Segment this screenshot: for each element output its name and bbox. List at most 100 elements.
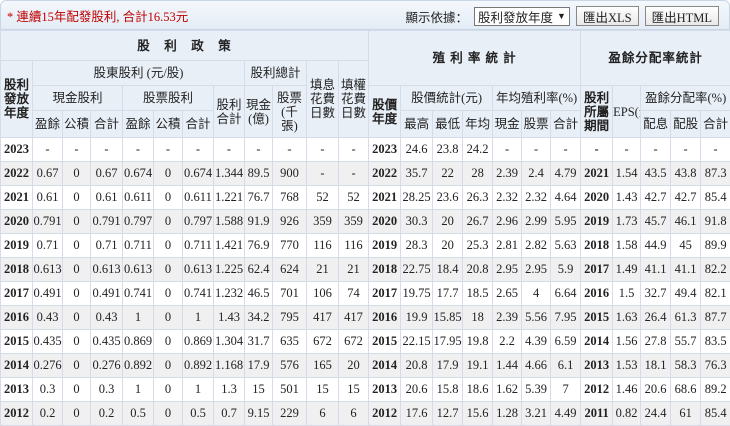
table-cell: 31.7 (245, 330, 273, 354)
table-cell: 1.56 (613, 330, 641, 354)
table-cell: 19.75 (401, 282, 433, 306)
table-cell: 2.39 (493, 306, 522, 330)
table-cell: 2.4 (522, 162, 551, 186)
table-cell: 624 (273, 258, 307, 282)
table-cell: 15 (307, 378, 339, 402)
table-cell: 15 (245, 378, 273, 402)
table-row: 20180.61300.6130.61300.6131.22562.462421… (1, 258, 730, 282)
header-cash-reserve: 公積 (63, 111, 91, 138)
table-cell: 12.7 (433, 402, 463, 426)
table-cell: 2012 (581, 378, 613, 402)
table-cell: 0.611 (183, 186, 214, 210)
table-cell: 2015 (369, 330, 401, 354)
table-cell: - (91, 138, 123, 162)
table-body: 2023-----------202324.623.824.2--------2… (1, 138, 730, 426)
export-xls-button[interactable]: 匯出XLS (576, 6, 639, 26)
table-cell: 2013 (369, 378, 401, 402)
table-cell: 4.79 (551, 162, 581, 186)
table-cell: 1.62 (493, 378, 522, 402)
table-cell: 2016 (369, 306, 401, 330)
table-cell: 0 (154, 282, 183, 306)
table-cell: 2.2 (493, 330, 522, 354)
table-cell: - (123, 138, 154, 162)
table-cell: 6.59 (551, 330, 581, 354)
table-cell: 1.49 (613, 258, 641, 282)
table-cell: 0.791 (91, 210, 123, 234)
table-cell: 3.21 (522, 402, 551, 426)
table-cell: 2021 (581, 162, 613, 186)
table-cell: 1.43 (613, 186, 641, 210)
table-cell: 1 (183, 378, 214, 402)
table-cell: 41.1 (671, 258, 701, 282)
table-cell: 0.43 (33, 306, 63, 330)
table-cell: 0.61 (91, 186, 123, 210)
table-cell: 2013 (1, 378, 33, 402)
table-cell: 2023 (1, 138, 33, 162)
table-cell: 0.674 (183, 162, 214, 186)
table-cell: - (522, 138, 551, 162)
display-basis-label: 顯示依據： (406, 7, 469, 26)
table-cell: 5.63 (551, 234, 581, 258)
header-yield-cash: 現金 (493, 111, 522, 138)
toolbar: * 連續15年配發股利, 合計16.53元 顯示依據： 股利發放年度▼ 匯出XL… (0, 0, 730, 30)
table-cell: 2.99 (522, 210, 551, 234)
table-cell: 82.2 (701, 258, 730, 282)
table-cell: 17.7 (433, 282, 463, 306)
header-cash-earn: 盈餘 (33, 111, 63, 138)
table-cell: 2013 (581, 354, 613, 378)
table-cell: 2.32 (522, 186, 551, 210)
table-cell: 1.63 (613, 306, 641, 330)
table-cell: 82.1 (701, 282, 730, 306)
table-cell: 18.6 (463, 378, 493, 402)
table-cell: 635 (273, 330, 307, 354)
table-cell: 0 (63, 186, 91, 210)
table-cell: 18.5 (463, 282, 493, 306)
table-cell: 0 (154, 258, 183, 282)
table-cell: 0.869 (123, 330, 154, 354)
table-cell: 1.3 (214, 378, 245, 402)
table-cell: - (339, 138, 369, 162)
table-cell: 22.75 (401, 258, 433, 282)
table-row: 20170.49100.4910.74100.7411.23246.570110… (1, 282, 730, 306)
table-cell: 672 (307, 330, 339, 354)
display-basis-select[interactable]: 股利發放年度▼ (474, 7, 570, 26)
header-dividend-total: 股利總計 (245, 61, 307, 86)
table-cell: 20.8 (401, 354, 433, 378)
table-cell: - (33, 138, 63, 162)
table-cell: 417 (307, 306, 339, 330)
table-cell: 0 (154, 330, 183, 354)
table-cell: 2017 (1, 282, 33, 306)
table-cell: 2.96 (493, 210, 522, 234)
table-cell: 0.892 (183, 354, 214, 378)
header-payout-cash: 配息 (641, 111, 671, 138)
header-avg: 年均 (463, 111, 493, 138)
header-shareholder-dividend: 股東股利 (元/股) (33, 61, 245, 86)
table-cell: - (273, 138, 307, 162)
table-cell: 2022 (369, 162, 401, 186)
table-cell: 42.7 (641, 186, 671, 210)
table-cell: - (183, 138, 214, 162)
table-cell: 21 (307, 258, 339, 282)
table-cell: 4.49 (551, 402, 581, 426)
table-cell: 18.1 (641, 354, 671, 378)
table-cell: 359 (307, 210, 339, 234)
table-cell: 1 (123, 378, 154, 402)
table-cell: 2015 (581, 306, 613, 330)
table-cell: 4 (522, 282, 551, 306)
table-cell: 2021 (1, 186, 33, 210)
table-cell: 76.3 (701, 354, 730, 378)
table-cell: 1.5 (613, 282, 641, 306)
table-cell: 15 (339, 378, 369, 402)
table-cell: 2014 (1, 354, 33, 378)
table-cell: 46.5 (245, 282, 273, 306)
table-cell: 106 (307, 282, 339, 306)
header-stock-total: 股票(千張) (273, 86, 307, 138)
export-html-button[interactable]: 匯出HTML (645, 6, 719, 26)
table-cell: 0.276 (33, 354, 63, 378)
table-cell: 9.15 (245, 402, 273, 426)
table-cell: 52 (307, 186, 339, 210)
table-cell: - (551, 138, 581, 162)
table-cell: 0.61 (33, 186, 63, 210)
table-cell: 6.1 (551, 354, 581, 378)
table-cell: 4.39 (522, 330, 551, 354)
